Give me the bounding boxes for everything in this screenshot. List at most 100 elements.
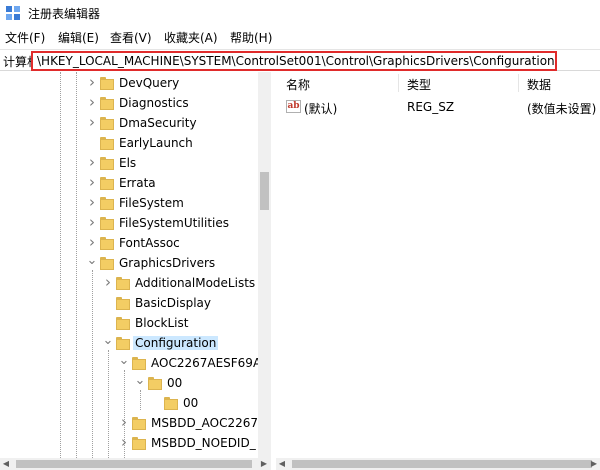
menu-help[interactable]: 帮助(H) <box>230 29 272 46</box>
column-header-data[interactable]: 数据 <box>527 76 551 93</box>
folder-icon <box>100 157 114 170</box>
chevron-down-icon[interactable]: ⌄ <box>118 354 130 370</box>
tree-node[interactable]: BlockList <box>0 314 258 334</box>
chevron-right-icon[interactable]: › <box>102 275 114 290</box>
chevron-right-icon[interactable]: › <box>86 175 98 190</box>
tree-node-label[interactable]: EarlyLaunch <box>117 136 195 150</box>
folder-icon <box>164 397 178 410</box>
tree-node-label[interactable]: DmaSecurity <box>117 116 199 130</box>
folder-icon <box>100 177 114 190</box>
list-horizontal-scrollbar[interactable]: ◀ ▶ <box>276 458 600 470</box>
scrollbar-thumb[interactable] <box>292 460 592 468</box>
tree-node-label[interactable]: FileSystemUtilities <box>117 216 231 230</box>
folder-icon <box>100 217 114 230</box>
menu-file[interactable]: 文件(F) <box>5 29 45 46</box>
value-name: (默认) <box>304 102 338 116</box>
column-header-name[interactable]: 名称 <box>286 76 310 93</box>
tree-node[interactable]: › FileSystem <box>0 194 258 214</box>
folder-icon <box>148 377 162 390</box>
tree-node[interactable]: › Els <box>0 154 258 174</box>
column-divider[interactable] <box>398 74 399 92</box>
folder-icon <box>132 357 146 370</box>
tree-node-label[interactable]: DevQuery <box>117 76 181 90</box>
tree-node-label[interactable]: Configuration <box>133 336 219 350</box>
tree-vertical-scrollbar[interactable] <box>258 72 271 458</box>
chevron-right-icon[interactable]: › <box>118 415 130 430</box>
folder-icon <box>132 437 146 450</box>
folder-icon <box>100 77 114 90</box>
tree-node-label[interactable]: GraphicsDrivers <box>117 256 217 270</box>
chevron-right-icon[interactable]: › <box>86 235 98 250</box>
tree-node[interactable]: › FontAssoc <box>0 234 258 254</box>
chevron-right-icon[interactable]: › <box>86 215 98 230</box>
tree-node[interactable]: › MSBDD_NOEDID_ <box>0 434 258 454</box>
tree-node[interactable]: › MSBDD_AOC2267 <box>0 414 258 434</box>
folder-icon <box>100 117 114 130</box>
menu-bar: 文件(F) 编辑(E) 查看(V) 收藏夹(A) 帮助(H) <box>0 27 600 47</box>
tree-node-label[interactable]: BlockList <box>133 316 190 330</box>
value-data: (数值未设置) <box>527 102 597 116</box>
tree-horizontal-scrollbar[interactable]: ◀ ▶ <box>0 458 271 470</box>
key-tree-pane[interactable]: › DevQuery › Diagnostics › DmaSecurity EarlyLa… <box>0 72 271 470</box>
chevron-right-icon[interactable]: › <box>86 115 98 130</box>
tree-node[interactable]: › Diagnostics <box>0 94 258 114</box>
menu-edit[interactable]: 编辑(E) <box>58 29 99 46</box>
chevron-right-icon[interactable]: › <box>86 155 98 170</box>
folder-icon <box>100 137 114 150</box>
tree-node-label[interactable]: MSBDD_AOC2267 <box>149 416 260 430</box>
tree-node[interactable]: ⌄ AOC2267AESF69A <box>0 354 261 374</box>
title-bar: 注册表编辑器 <box>0 0 600 26</box>
folder-icon <box>116 337 130 350</box>
tree-node-label[interactable]: Els <box>117 156 138 170</box>
tree-node-label[interactable]: Errata <box>117 176 158 190</box>
window-title: 注册表编辑器 <box>28 7 101 21</box>
tree-node[interactable]: ⌄ Configuration <box>0 334 258 354</box>
tree-node-label[interactable]: AdditionalModeLists <box>133 276 257 290</box>
tree-node[interactable]: › DmaSecurity <box>0 114 258 134</box>
scrollbar-thumb[interactable] <box>260 172 269 210</box>
chevron-down-icon[interactable]: ⌄ <box>102 334 114 350</box>
tree-node-label[interactable]: BasicDisplay <box>133 296 213 310</box>
scroll-right-icon[interactable]: ▶ <box>588 458 600 470</box>
tree-node-label[interactable]: MSBDD_NOEDID_ <box>149 436 258 450</box>
chevron-right-icon[interactable]: › <box>118 435 130 450</box>
tree-node[interactable]: BasicDisplay <box>0 294 258 314</box>
tree-node[interactable]: › DevQuery <box>0 74 258 94</box>
folder-icon <box>116 297 130 310</box>
tree-node-label[interactable]: FileSystem <box>117 196 186 210</box>
tree-node[interactable]: › Errata <box>0 174 258 194</box>
folder-icon <box>132 417 146 430</box>
value-type: REG_SZ <box>407 100 455 114</box>
tree-node[interactable]: › FileSystemUtilities <box>0 214 258 234</box>
tree-node-label[interactable]: 00 <box>165 376 184 390</box>
tree-node-label[interactable]: FontAssoc <box>117 236 182 250</box>
scrollbar-thumb[interactable] <box>16 460 252 468</box>
tree-node-label[interactable]: 00 <box>181 396 200 410</box>
scroll-left-icon[interactable]: ◀ <box>0 458 12 470</box>
menu-favorites[interactable]: 收藏夹(A) <box>164 29 218 46</box>
chevron-down-icon[interactable]: ⌄ <box>134 374 146 390</box>
menu-view[interactable]: 查看(V) <box>110 29 152 46</box>
value-row[interactable]: ab (默认) REG_SZ (数值未设置) <box>276 97 600 117</box>
chevron-right-icon[interactable]: › <box>86 75 98 90</box>
folder-icon <box>100 257 114 270</box>
chevron-right-icon[interactable]: › <box>86 195 98 210</box>
column-divider[interactable] <box>518 74 519 92</box>
tree-node-label[interactable]: Diagnostics <box>117 96 191 110</box>
tree-node[interactable]: EarlyLaunch <box>0 134 258 154</box>
tree-node[interactable]: 00 <box>0 394 258 414</box>
folder-icon <box>100 237 114 250</box>
tree-node[interactable]: ⌄ GraphicsDrivers <box>0 254 258 274</box>
column-header-type[interactable]: 类型 <box>407 76 431 93</box>
ab-string-icon: ab <box>286 100 301 113</box>
chevron-right-icon[interactable]: › <box>86 95 98 110</box>
chevron-down-icon[interactable]: ⌄ <box>86 254 98 270</box>
tree-node[interactable]: ⌄ 00 <box>0 374 258 394</box>
folder-icon <box>100 197 114 210</box>
value-list-pane: 名称 类型 数据 ab (默认) REG_SZ (数值未设置) <box>276 72 600 470</box>
tree-node[interactable]: › AdditionalModeLists <box>0 274 258 294</box>
scroll-right-icon[interactable]: ▶ <box>258 458 270 470</box>
address-path-field[interactable]: \HKEY_LOCAL_MACHINE\SYSTEM\ControlSet001… <box>31 51 557 71</box>
scroll-left-icon[interactable]: ◀ <box>276 458 288 470</box>
tree-node-label[interactable]: AOC2267AESF69A <box>149 356 263 370</box>
